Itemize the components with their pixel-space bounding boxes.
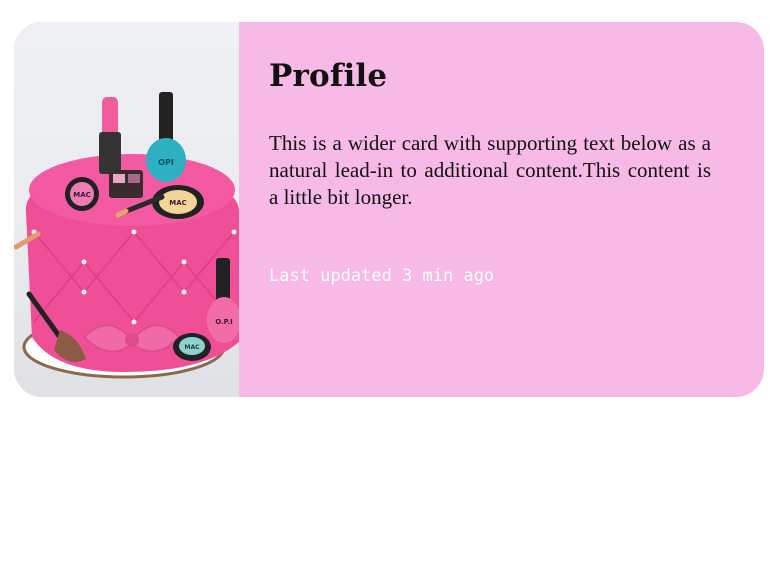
card-title: Profile bbox=[269, 58, 388, 94]
mac-label-right: MAC bbox=[169, 199, 187, 207]
last-updated-text: Last updated 3 min ago bbox=[269, 266, 495, 286]
card-body: Profile This is a wider card with suppor… bbox=[239, 22, 764, 397]
opi-bottom-label: O.P.I bbox=[215, 318, 233, 326]
card-text: This is a wider card with supporting tex… bbox=[269, 131, 711, 209]
makeup-cake-illustration: OPI MAC MAC O.P.I MAC bbox=[14, 92, 239, 379]
card-image: OPI MAC MAC O.P.I MAC bbox=[14, 22, 239, 397]
mac-label-bottom: MAC bbox=[184, 344, 200, 351]
profile-card: OPI MAC MAC O.P.I MAC Profile This is a … bbox=[14, 22, 764, 397]
mac-label-left: MAC bbox=[73, 191, 91, 199]
opi-label: OPI bbox=[158, 158, 174, 167]
